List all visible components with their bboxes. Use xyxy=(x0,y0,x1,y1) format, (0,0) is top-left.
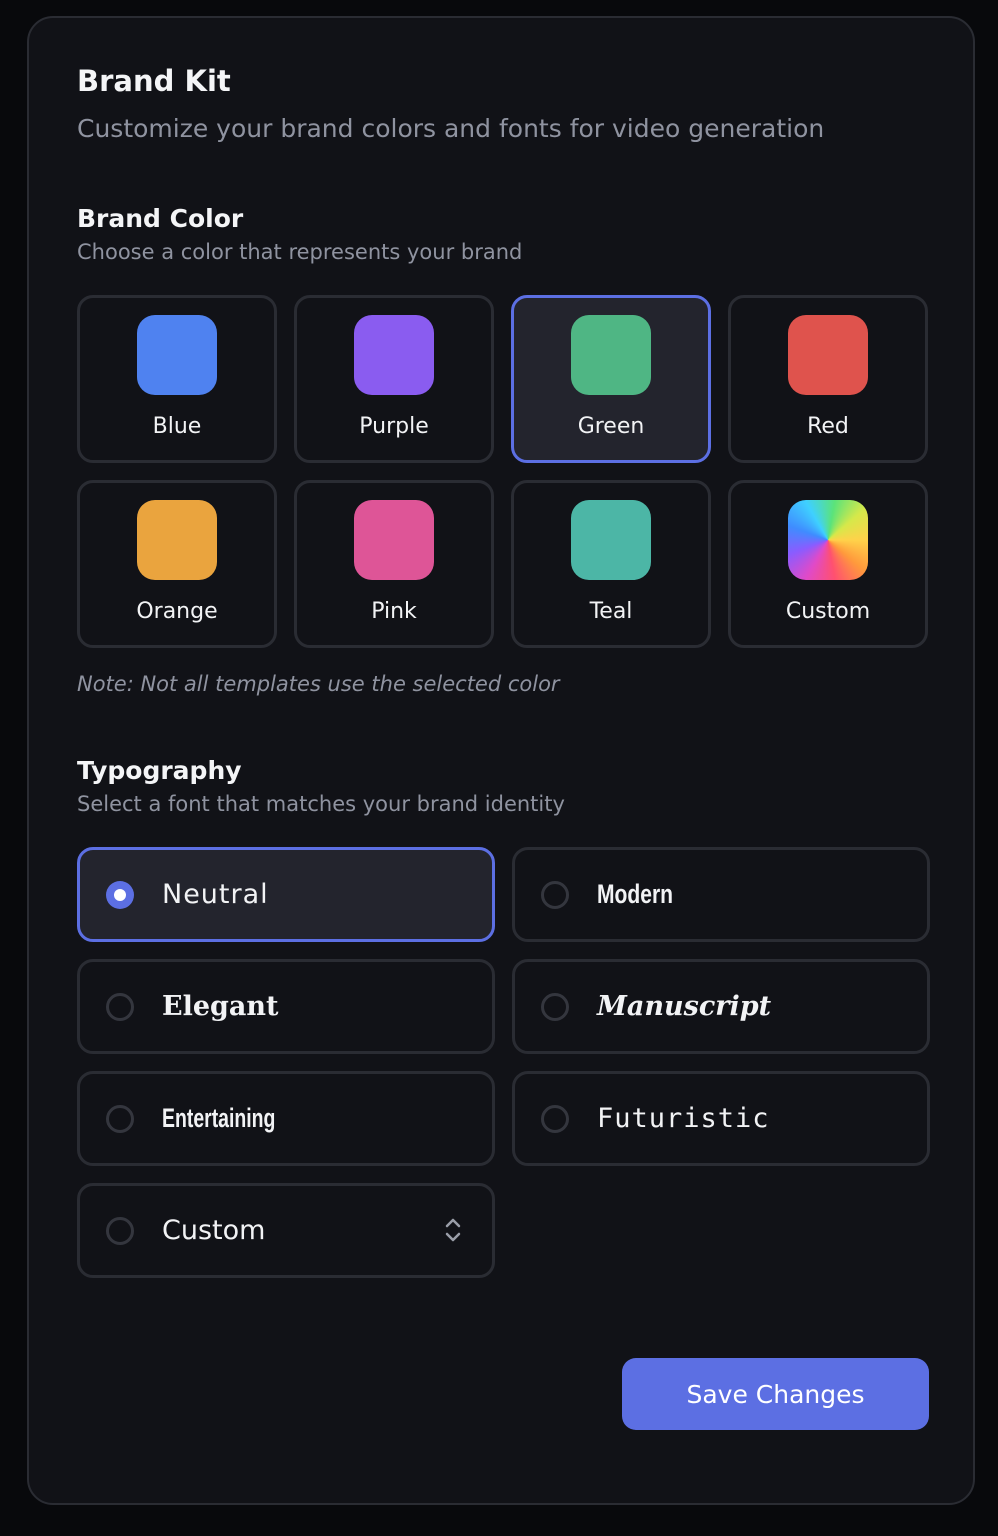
radio-button[interactable] xyxy=(541,1104,569,1133)
font-option-futuristic[interactable]: Futuristic xyxy=(512,1071,930,1166)
brand-color-heading: Brand Color xyxy=(77,204,244,233)
font-option-label: Manuscript xyxy=(597,991,772,1022)
color-swatch-custom-gradient xyxy=(788,500,868,580)
color-swatch-teal xyxy=(571,500,651,580)
font-option-label: Neutral xyxy=(162,879,269,910)
color-option-orange[interactable]: Orange xyxy=(77,480,277,648)
font-option-label: Elegant xyxy=(162,991,279,1022)
brand-color-description: Choose a color that represents your bran… xyxy=(77,240,523,264)
color-option-red[interactable]: Red xyxy=(728,295,928,463)
radio-button[interactable] xyxy=(541,992,569,1021)
font-option-entertaining[interactable]: Entertaining xyxy=(77,1071,495,1166)
color-note: Note: Not all templates use the selected… xyxy=(77,672,560,696)
typography-options: Neutral Modern Elegant Manuscript Entert… xyxy=(77,847,930,1278)
radio-button[interactable] xyxy=(106,1216,134,1245)
font-option-custom-select[interactable]: Custom xyxy=(77,1183,495,1278)
color-option-label: Custom xyxy=(785,599,871,624)
color-option-pink[interactable]: Pink xyxy=(294,480,494,648)
radio-button[interactable] xyxy=(106,1104,134,1133)
page-subtitle: Customize your brand colors and fonts fo… xyxy=(77,114,825,143)
color-swatch-purple xyxy=(354,315,434,395)
font-option-label: Modern xyxy=(597,879,674,909)
color-swatch-green xyxy=(571,315,651,395)
font-option-elegant[interactable]: Elegant xyxy=(77,959,495,1054)
color-option-label: Teal xyxy=(589,599,633,624)
color-option-purple[interactable]: Purple xyxy=(294,295,494,463)
color-option-teal[interactable]: Teal xyxy=(511,480,711,648)
color-option-label: Green xyxy=(577,414,645,439)
font-option-neutral[interactable]: Neutral xyxy=(77,847,495,942)
page-title: Brand Kit xyxy=(77,64,231,98)
color-swatch-pink xyxy=(354,500,434,580)
color-swatch-blue xyxy=(137,315,217,395)
color-option-label: Pink xyxy=(371,599,417,624)
typography-description: Select a font that matches your brand id… xyxy=(77,792,565,816)
font-option-modern[interactable]: Modern xyxy=(512,847,930,942)
save-changes-button[interactable]: Save Changes xyxy=(622,1358,929,1430)
font-option-label: Entertaining xyxy=(162,1103,276,1133)
color-option-blue[interactable]: Blue xyxy=(77,295,277,463)
color-option-label: Red xyxy=(807,414,849,439)
color-swatch-red xyxy=(788,315,868,395)
color-swatch-orange xyxy=(137,500,217,580)
color-option-label: Orange xyxy=(136,599,218,624)
font-option-label: Custom xyxy=(162,1215,266,1246)
brand-kit-panel: Brand Kit Customize your brand colors an… xyxy=(27,16,975,1505)
radio-button[interactable] xyxy=(106,992,134,1021)
color-option-green[interactable]: Green xyxy=(511,295,711,463)
font-option-manuscript[interactable]: Manuscript xyxy=(512,959,930,1054)
typography-heading: Typography xyxy=(77,756,242,785)
brand-color-options: Blue Purple Green Red Orange Pink Teal C… xyxy=(77,295,930,648)
font-option-label: Futuristic xyxy=(597,1103,770,1134)
radio-button[interactable] xyxy=(541,880,569,909)
color-option-label: Purple xyxy=(359,414,429,439)
color-option-custom[interactable]: Custom xyxy=(728,480,928,648)
chevron-up-down-icon[interactable] xyxy=(444,1216,462,1244)
radio-button-checked[interactable] xyxy=(106,880,134,909)
color-option-label: Blue xyxy=(152,414,202,439)
